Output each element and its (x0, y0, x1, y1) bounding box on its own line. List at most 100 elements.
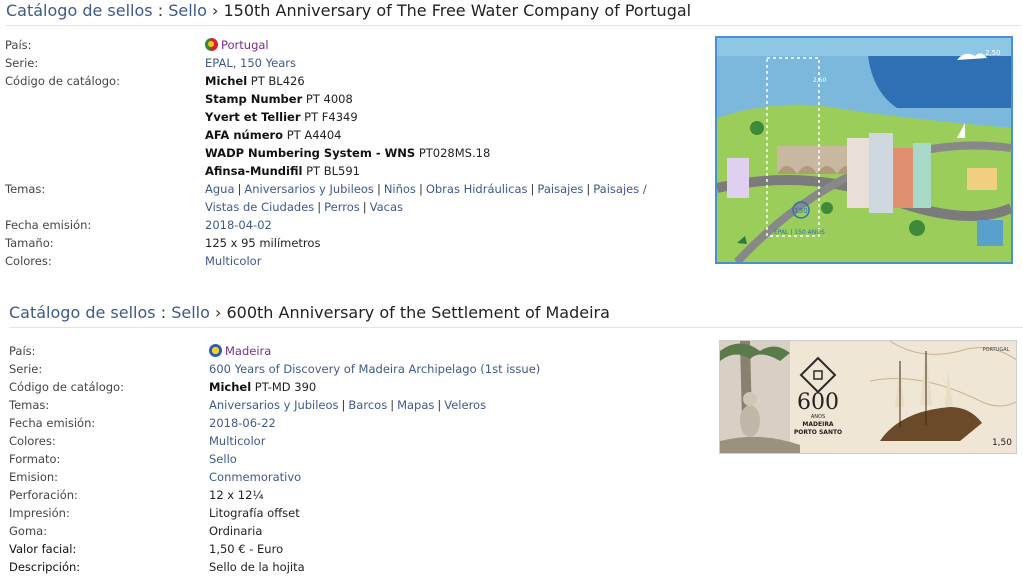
stamp-line1: MADEIRA (802, 421, 834, 428)
topics-list: Aniversarios y Jubileos | Barcos | Mapas | Vel… (209, 398, 487, 412)
row-emision: Emision: Conmemorativo (9, 468, 709, 486)
emission-type-link[interactable]: Conmemorativo (209, 470, 301, 484)
row-descripcion: Descripción: Sello de la hojita (9, 558, 709, 576)
page-title: Catálogo de sellos : Sello › 150th Anniv… (6, 0, 1021, 26)
label-codigo: Código de catálogo: (9, 380, 124, 394)
label-fecha: Fecha emisión: (9, 416, 96, 430)
row-temas: Temas: Agua | Aniversarios y Jubileos | Niño… (5, 180, 705, 216)
topic-link[interactable]: Vacas (370, 200, 403, 214)
topic-link[interactable]: Obras Hidráulicas (426, 182, 528, 196)
issue-date-link[interactable]: 2018-06-22 (209, 416, 276, 430)
format-link[interactable]: Sello (209, 452, 237, 466)
stamp-title: 600th Anniversary of the Settlement of M… (226, 303, 610, 322)
row-pais: País: Madeira (9, 342, 709, 360)
catalog-codes: Michel PT BL426 Stamp Number PT 4008 Yve… (205, 72, 705, 180)
stamp-entry-madeira: Catálogo de sellos : Sello › 600th Anniv… (0, 300, 1023, 582)
catalog-code-stamp-number: Stamp Number PT 4008 (205, 92, 353, 106)
face-value: 1,50 € - Euro (209, 542, 284, 556)
portugal-flag-icon (205, 38, 218, 51)
topic-link[interactable]: Aniversarios y Jubileos (209, 398, 339, 412)
label-colores: Colores: (5, 254, 52, 268)
printing-value: Litografía offset (209, 506, 300, 520)
topic-link[interactable]: Veleros (444, 398, 486, 412)
stamp-details: País: Portugal Serie: EPAL, 150 Years Có… (5, 36, 705, 270)
sheet-value: 2,50 (985, 49, 1001, 57)
label-temas: Temas: (9, 398, 50, 412)
row-serie: Serie: 600 Years of Discovery of Madeira… (9, 360, 709, 378)
breadcrumb-colon: : (160, 303, 167, 322)
description-value: Sello de la hojita (209, 560, 305, 574)
inner-stamp-value: 2,50 (813, 77, 827, 84)
topic-link[interactable]: Barcos (348, 398, 387, 412)
stamp-line2: PORTO SANTO (794, 429, 842, 436)
country-link[interactable]: Madeira (225, 344, 271, 358)
catalog-code-afa: AFA número PT A4404 (205, 128, 342, 142)
row-colores: Colores: Multicolor (9, 432, 709, 450)
row-codigo: Código de catálogo: Michel PT-MD 390 (9, 378, 709, 396)
issue-date-link[interactable]: 2018-04-02 (205, 218, 272, 232)
breadcrumb-catalog-link[interactable]: Catálogo de sellos (6, 1, 153, 20)
epal-city-illustration: 150 EPAL | 150 ANOS 2,50 2,50 (717, 38, 1011, 262)
row-fecha: Fecha emisión: 2018-04-02 (5, 216, 705, 234)
catalog-code-michel: Michel PT-MD 390 (209, 380, 317, 394)
breadcrumb-catalog-link[interactable]: Catálogo de sellos (9, 303, 156, 322)
series-link[interactable]: EPAL, 150 Years (205, 56, 296, 70)
breadcrumb-sello-link[interactable]: Sello (171, 303, 210, 322)
label-emision: Emision: (9, 470, 59, 484)
stamp-details: País: Madeira Serie: 600 Years of Discov… (9, 342, 709, 576)
row-impresion: Impresión: Litografía offset (9, 504, 709, 522)
stamp-entry-epal: Catálogo de sellos : Sello › 150th Anniv… (0, 0, 1023, 270)
page-title: Catálogo de sellos : Sello › 600th Anniv… (9, 302, 1023, 328)
row-formato: Formato: Sello (9, 450, 709, 468)
perforation-value: 12 x 12¼ (209, 488, 264, 502)
gum-value: Ordinaria (209, 524, 263, 538)
stamp-value: 1,50 (992, 438, 1012, 448)
epal-logo-text: 150 (794, 207, 807, 215)
breadcrumb-arrow: › (214, 303, 222, 322)
stamp-image-madeira[interactable]: 600 ANOS MADEIRA PORTO SANTO PORTUGAL 1,… (719, 340, 1017, 454)
label-serie: Serie: (9, 362, 43, 376)
row-fecha: Fecha emisión: 2018-06-22 (9, 414, 709, 432)
size-value: 125 x 95 milímetros (205, 236, 321, 250)
row-perforacion: Perforación: 12 x 12¼ (9, 486, 709, 504)
topic-link[interactable]: Mapas (397, 398, 434, 412)
topic-link[interactable]: Niños (384, 182, 416, 196)
stamp-title: 150th Anniversary of The Free Water Comp… (223, 1, 692, 20)
label-fecha: Fecha emisión: (5, 218, 92, 232)
breadcrumb-colon: : (157, 1, 164, 20)
breadcrumb-arrow: › (211, 1, 219, 20)
label-tamano: Tamaño: (5, 236, 54, 250)
colors-link[interactable]: Multicolor (205, 254, 261, 268)
madeira-stamp-illustration: 600 ANOS MADEIRA PORTO SANTO PORTUGAL 1,… (720, 341, 1016, 453)
label-pais: País: (5, 38, 32, 52)
topic-link[interactable]: Perros (324, 200, 360, 214)
row-pais: País: Portugal (5, 36, 705, 54)
label-impresion: Impresión: (9, 506, 70, 520)
stamp-anos: ANOS (811, 414, 825, 420)
breadcrumb-sello-link[interactable]: Sello (168, 1, 207, 20)
row-serie: Serie: EPAL, 150 Years (5, 54, 705, 72)
topic-link[interactable]: Agua (205, 182, 235, 196)
label-perforacion: Perforación: (9, 488, 78, 502)
topics-list: Agua | Aniversarios y Jubileos | Niños | Obras… (205, 182, 647, 214)
stamp-image-epal[interactable]: 150 EPAL | 150 ANOS 2,50 2,50 (715, 36, 1013, 264)
madeira-flag-icon (209, 344, 222, 357)
row-goma: Goma: Ordinaria (9, 522, 709, 540)
row-colores: Colores: Multicolor (5, 252, 705, 270)
stamp-big-number: 600 (797, 390, 839, 415)
stamp-country: PORTUGAL (983, 347, 1010, 353)
label-colores: Colores: (9, 434, 56, 448)
catalog-code-afinsa: Afinsa-Mundifil PT BL591 (205, 164, 360, 178)
topic-link[interactable]: Aniversarios y Jubileos (244, 182, 374, 196)
label-goma: Goma: (9, 524, 48, 538)
topic-link[interactable]: Paisajes (537, 182, 583, 196)
country-link[interactable]: Portugal (221, 38, 269, 52)
label-temas: Temas: (5, 182, 46, 196)
colors-link[interactable]: Multicolor (209, 434, 265, 448)
label-codigo: Código de catálogo: (5, 74, 120, 88)
label-serie: Serie: (5, 56, 39, 70)
label-formato: Formato: (9, 452, 61, 466)
label-pais: País: (9, 344, 36, 358)
series-link[interactable]: 600 Years of Discovery of Madeira Archip… (209, 362, 540, 376)
label-descripcion: Descripción: (9, 560, 81, 574)
